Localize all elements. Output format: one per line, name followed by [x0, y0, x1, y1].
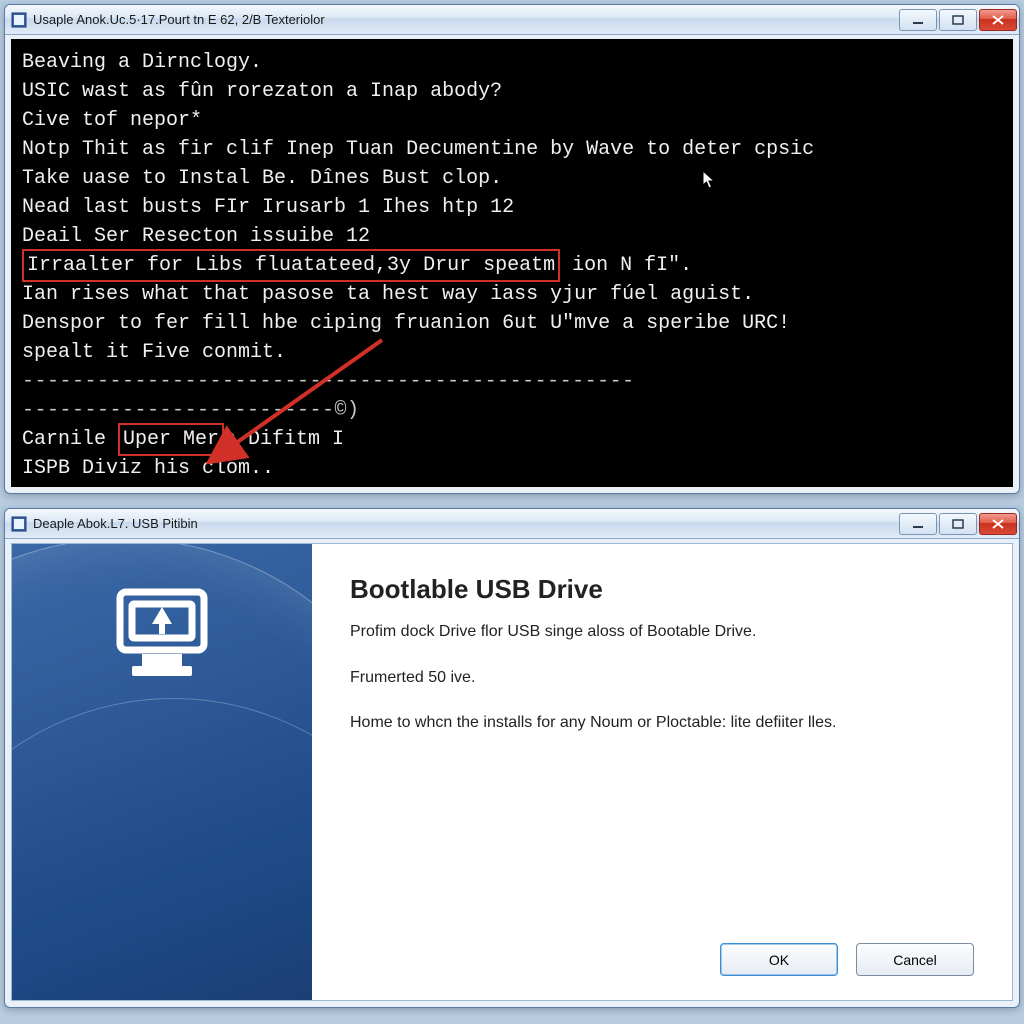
- maximize-button[interactable]: [939, 9, 977, 31]
- maximize-icon: [952, 519, 964, 529]
- minimize-icon: [912, 15, 924, 25]
- console-line: Ian rises what that pasose ta hest way i…: [22, 280, 1002, 309]
- wizard-paragraph: Home to whcn the installs for any Noum o…: [350, 712, 974, 734]
- console-line: Cive tof nepor*: [22, 106, 1002, 135]
- highlight-box-2: Uper Mer: [118, 423, 224, 456]
- maximize-button[interactable]: [939, 513, 977, 535]
- window-controls: [897, 513, 1017, 535]
- wizard-paragraph: Profim dock Drive flor USB singe aloss o…: [350, 621, 974, 643]
- console-title-text: Usaple Anok.Uc.5·17.Pourt tn E 62, 2/B T…: [33, 12, 897, 27]
- console-line: spealt it Five conmit.: [22, 338, 1002, 367]
- console-line-highlighted: Carnile Uper Mers Difitm I: [22, 425, 1002, 454]
- wizard-button-row: OK Cancel: [350, 933, 974, 990]
- console-titlebar[interactable]: Usaple Anok.Uc.5·17.Pourt tn E 62, 2/B T…: [5, 5, 1019, 35]
- wizard-main-panel: Bootlable USB Drive Profim dock Drive fl…: [312, 544, 1012, 1000]
- close-button[interactable]: [979, 9, 1017, 31]
- maximize-icon: [952, 15, 964, 25]
- highlight-box-1: Irraalter for Libs fluatateed,3y Drur sp…: [22, 249, 560, 282]
- console-line: Beaving a Dirnclogy.: [22, 48, 1002, 77]
- wizard-window: Deaple Abok.L7. USB Pitibin Bootl: [4, 508, 1020, 1008]
- console-output[interactable]: Beaving a Dirnclogy. USIC wast as fûn ro…: [11, 39, 1013, 487]
- console-line: Nead last busts FIr Irusarb 1 Ihes htp 1…: [22, 193, 1002, 222]
- wizard-title-text: Deaple Abok.L7. USB Pitibin: [33, 516, 897, 531]
- cancel-button[interactable]: Cancel: [856, 943, 974, 976]
- console-line: Take uase to Instal Be. Dînes Bust clop.: [22, 164, 1002, 193]
- wizard-titlebar[interactable]: Deaple Abok.L7. USB Pitibin: [5, 509, 1019, 539]
- console-line: ----------------------------------------…: [22, 367, 1002, 396]
- ok-button[interactable]: OK: [720, 943, 838, 976]
- close-icon: [992, 15, 1004, 25]
- minimize-icon: [912, 519, 924, 529]
- console-app-icon: [11, 12, 27, 28]
- wizard-content: Bootlable USB Drive Profim dock Drive fl…: [11, 543, 1013, 1001]
- console-line: USIC wast as fûn rorezaton a Inap abody?: [22, 77, 1002, 106]
- console-line: ISPB Diviz his clom..: [22, 454, 1002, 483]
- usb-drive-icon: [102, 574, 222, 684]
- wizard-heading: Bootlable USB Drive: [350, 574, 974, 605]
- console-line: Denspor to fer fill hbe ciping fruanion …: [22, 309, 1002, 338]
- minimize-button[interactable]: [899, 9, 937, 31]
- console-window: Usaple Anok.Uc.5·17.Pourt tn E 62, 2/B T…: [4, 4, 1020, 494]
- console-line: -------------------------©): [22, 396, 1002, 425]
- wizard-app-icon: [11, 516, 27, 532]
- minimize-button[interactable]: [899, 513, 937, 535]
- console-line-highlighted: Irraalter for Libs fluatateed,3y Drur sp…: [22, 251, 1002, 280]
- console-line: Deail Ser Resecton issuibe 12: [22, 222, 1002, 251]
- wizard-sidebar: [12, 544, 312, 1000]
- window-controls: [897, 9, 1017, 31]
- wizard-paragraph: Frumerted 50 ive.: [350, 667, 974, 689]
- close-button[interactable]: [979, 513, 1017, 535]
- close-icon: [992, 519, 1004, 529]
- console-line: Notp Thit as fir clif Inep Tuan Decument…: [22, 135, 1002, 164]
